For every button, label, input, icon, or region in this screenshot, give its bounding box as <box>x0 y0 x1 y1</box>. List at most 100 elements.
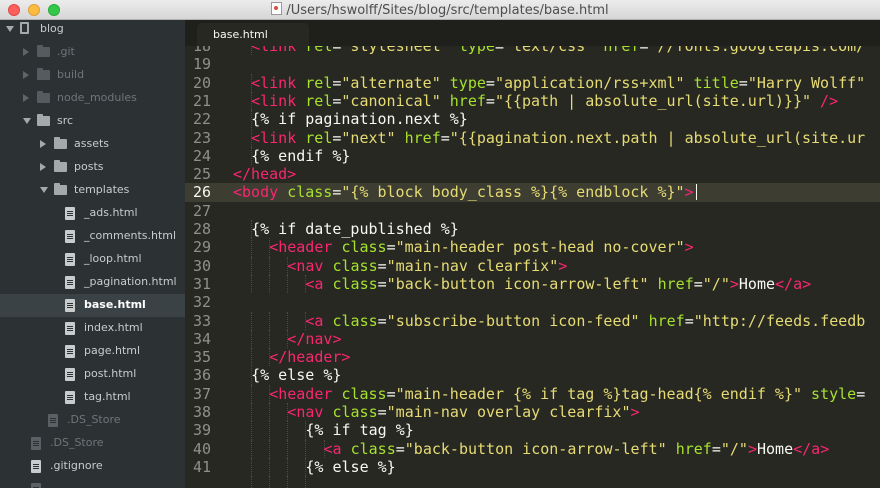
file-item[interactable]: page.html <box>0 340 185 363</box>
line-number: 31 <box>192 274 211 293</box>
folder-item[interactable]: assets <box>0 133 185 156</box>
code-line[interactable]: <body class="{% block body_class %}{% en… <box>233 183 694 201</box>
disclosure-expanded-icon[interactable] <box>6 26 14 32</box>
code-token: > <box>630 403 640 421</box>
code-line[interactable]: {% if pagination.next %} <box>251 110 468 128</box>
code-line[interactable]: <a class="back-button icon-arrow-left" h… <box>305 275 811 293</box>
indent-guide <box>269 256 271 275</box>
disclosure-collapsed-icon[interactable] <box>40 163 46 171</box>
file-item[interactable]: post.html <box>0 363 185 386</box>
code-token: <header <box>269 384 342 403</box>
disclosure-expanded-icon[interactable] <box>23 118 31 124</box>
file-item[interactable]: _loop.html <box>0 248 185 271</box>
code-line[interactable]: </header> <box>269 348 350 366</box>
folder-item[interactable]: posts <box>0 156 185 179</box>
disclosure-expanded-icon[interactable] <box>40 187 48 193</box>
disclosure-collapsed-icon[interactable] <box>40 140 46 148</box>
code-token: "http://feeds.feedb <box>693 311 866 330</box>
file-item[interactable]: _comments.html <box>0 225 185 248</box>
code-token: <nav <box>287 403 333 421</box>
disclosure-collapsed-icon[interactable] <box>23 94 29 102</box>
indent-guide <box>251 238 253 257</box>
file-item[interactable]: .DS_Store <box>0 432 185 455</box>
code-line[interactable]: <link rel="next" href="{{pagination.next… <box>251 129 865 147</box>
folder-item[interactable]: build <box>0 64 185 87</box>
file-icon <box>65 276 75 289</box>
folder-item[interactable]: node_modules <box>0 87 185 110</box>
code-line[interactable]: <link rel="alternate" type="application/… <box>251 74 865 92</box>
code-token: <a <box>305 274 333 293</box>
file-item[interactable]: tag.html <box>0 386 185 409</box>
code-line[interactable]: <a class="back-button icon-arrow-left" h… <box>324 440 830 458</box>
sidebar-file-tree[interactable]: blog .git build node_modules src assets posts t… <box>0 20 185 488</box>
line-number: 41 <box>192 457 211 476</box>
code-line[interactable]: <nav class="main-nav overlay clearfix"> <box>287 403 639 421</box>
folder-item[interactable]: .git <box>0 41 185 64</box>
indent-guide <box>269 421 271 440</box>
code-token: = <box>684 311 694 330</box>
tree-item-label: .DS_Store <box>50 436 104 449</box>
code-line[interactable]: <a class="subscribe-button icon-feed" hr… <box>305 312 865 330</box>
code-editor[interactable]: 18 19 20 21 22 23 24 25 26 27 28 29 30 31 32 33 34 35 36 37… <box>185 46 880 488</box>
code-line[interactable]: <link rel="canonical" href="{{path | abs… <box>251 92 838 110</box>
tree-item-label: templates <box>74 183 130 196</box>
code-token: class <box>341 238 387 257</box>
tree-item-label: _pagination.html <box>84 275 177 288</box>
line-number: 27 <box>192 201 211 220</box>
code-token: class <box>341 384 387 403</box>
code-token: class <box>332 274 378 293</box>
code-line[interactable]: {% else %} <box>251 366 341 384</box>
code-line[interactable]: </head> <box>233 165 296 183</box>
code-token: </a> <box>775 274 812 293</box>
code-token: href <box>657 274 694 293</box>
file-item[interactable] <box>0 478 185 488</box>
disclosure-collapsed-icon[interactable] <box>23 71 29 79</box>
code-token: > <box>729 274 739 293</box>
code-token: "stylesheet" <box>341 46 459 55</box>
file-icon <box>31 460 41 473</box>
tab-base-html[interactable]: base.html <box>197 23 309 46</box>
folder-item[interactable]: blog <box>0 20 185 41</box>
line-number: 29 <box>192 238 211 257</box>
code-line[interactable]: <header class="main-header {% if tag %}t… <box>269 385 865 403</box>
code-line[interactable]: <header class="main-header post-head no-… <box>269 238 693 256</box>
line-number: 38 <box>192 403 211 421</box>
title-bar[interactable]: /Users/hswolff/Sites/blog/src/templates/… <box>0 0 880 20</box>
file-icon <box>31 437 41 450</box>
folder-icon <box>54 183 67 195</box>
code-token: "subscribe-button icon-feed" <box>386 311 649 330</box>
file-item[interactable]: base.html <box>0 294 185 317</box>
code-token: rel <box>305 46 333 55</box>
code-token: = <box>395 439 405 458</box>
code-token: = <box>485 91 495 110</box>
code-token: = <box>485 73 495 92</box>
folder-item[interactable]: templates <box>0 179 185 202</box>
code-line[interactable]: </nav> <box>287 330 341 348</box>
file-item[interactable]: _ads.html <box>0 202 185 225</box>
file-item[interactable]: .DS_Store <box>0 409 185 432</box>
tree-item-label: post.html <box>84 367 137 380</box>
code-line[interactable]: {% if tag %} <box>305 421 413 439</box>
file-item[interactable]: _pagination.html <box>0 271 185 294</box>
file-item[interactable]: index.html <box>0 317 185 340</box>
code-line[interactable]: {% else %} <box>305 458 395 476</box>
code-token: {% if date_published %} <box>251 220 459 238</box>
code-line[interactable]: <link rel="stylesheet" type="text/css" h… <box>251 46 865 55</box>
tree-item-label: blog <box>40 22 64 35</box>
tree-item-label: index.html <box>84 321 143 334</box>
code-token: style <box>811 384 857 403</box>
code-token: "main-header post-head no-cover" <box>395 238 685 257</box>
folder-item[interactable]: src <box>0 110 185 133</box>
tree-item-label: _loop.html <box>84 252 142 265</box>
line-number: 25 <box>192 165 211 184</box>
code-line[interactable]: {% endif %} <box>251 147 350 165</box>
code-token: type <box>458 46 495 55</box>
code-token: class <box>332 403 378 421</box>
text-cursor <box>695 184 697 201</box>
disclosure-collapsed-icon[interactable] <box>23 48 29 56</box>
folder-icon <box>37 114 50 126</box>
code-line[interactable]: {% if date_published %} <box>251 220 459 238</box>
tree-item-label: posts <box>74 160 104 173</box>
file-item[interactable]: .gitignore <box>0 455 185 478</box>
code-line[interactable]: <nav class="main-nav clearfix"> <box>287 257 567 275</box>
